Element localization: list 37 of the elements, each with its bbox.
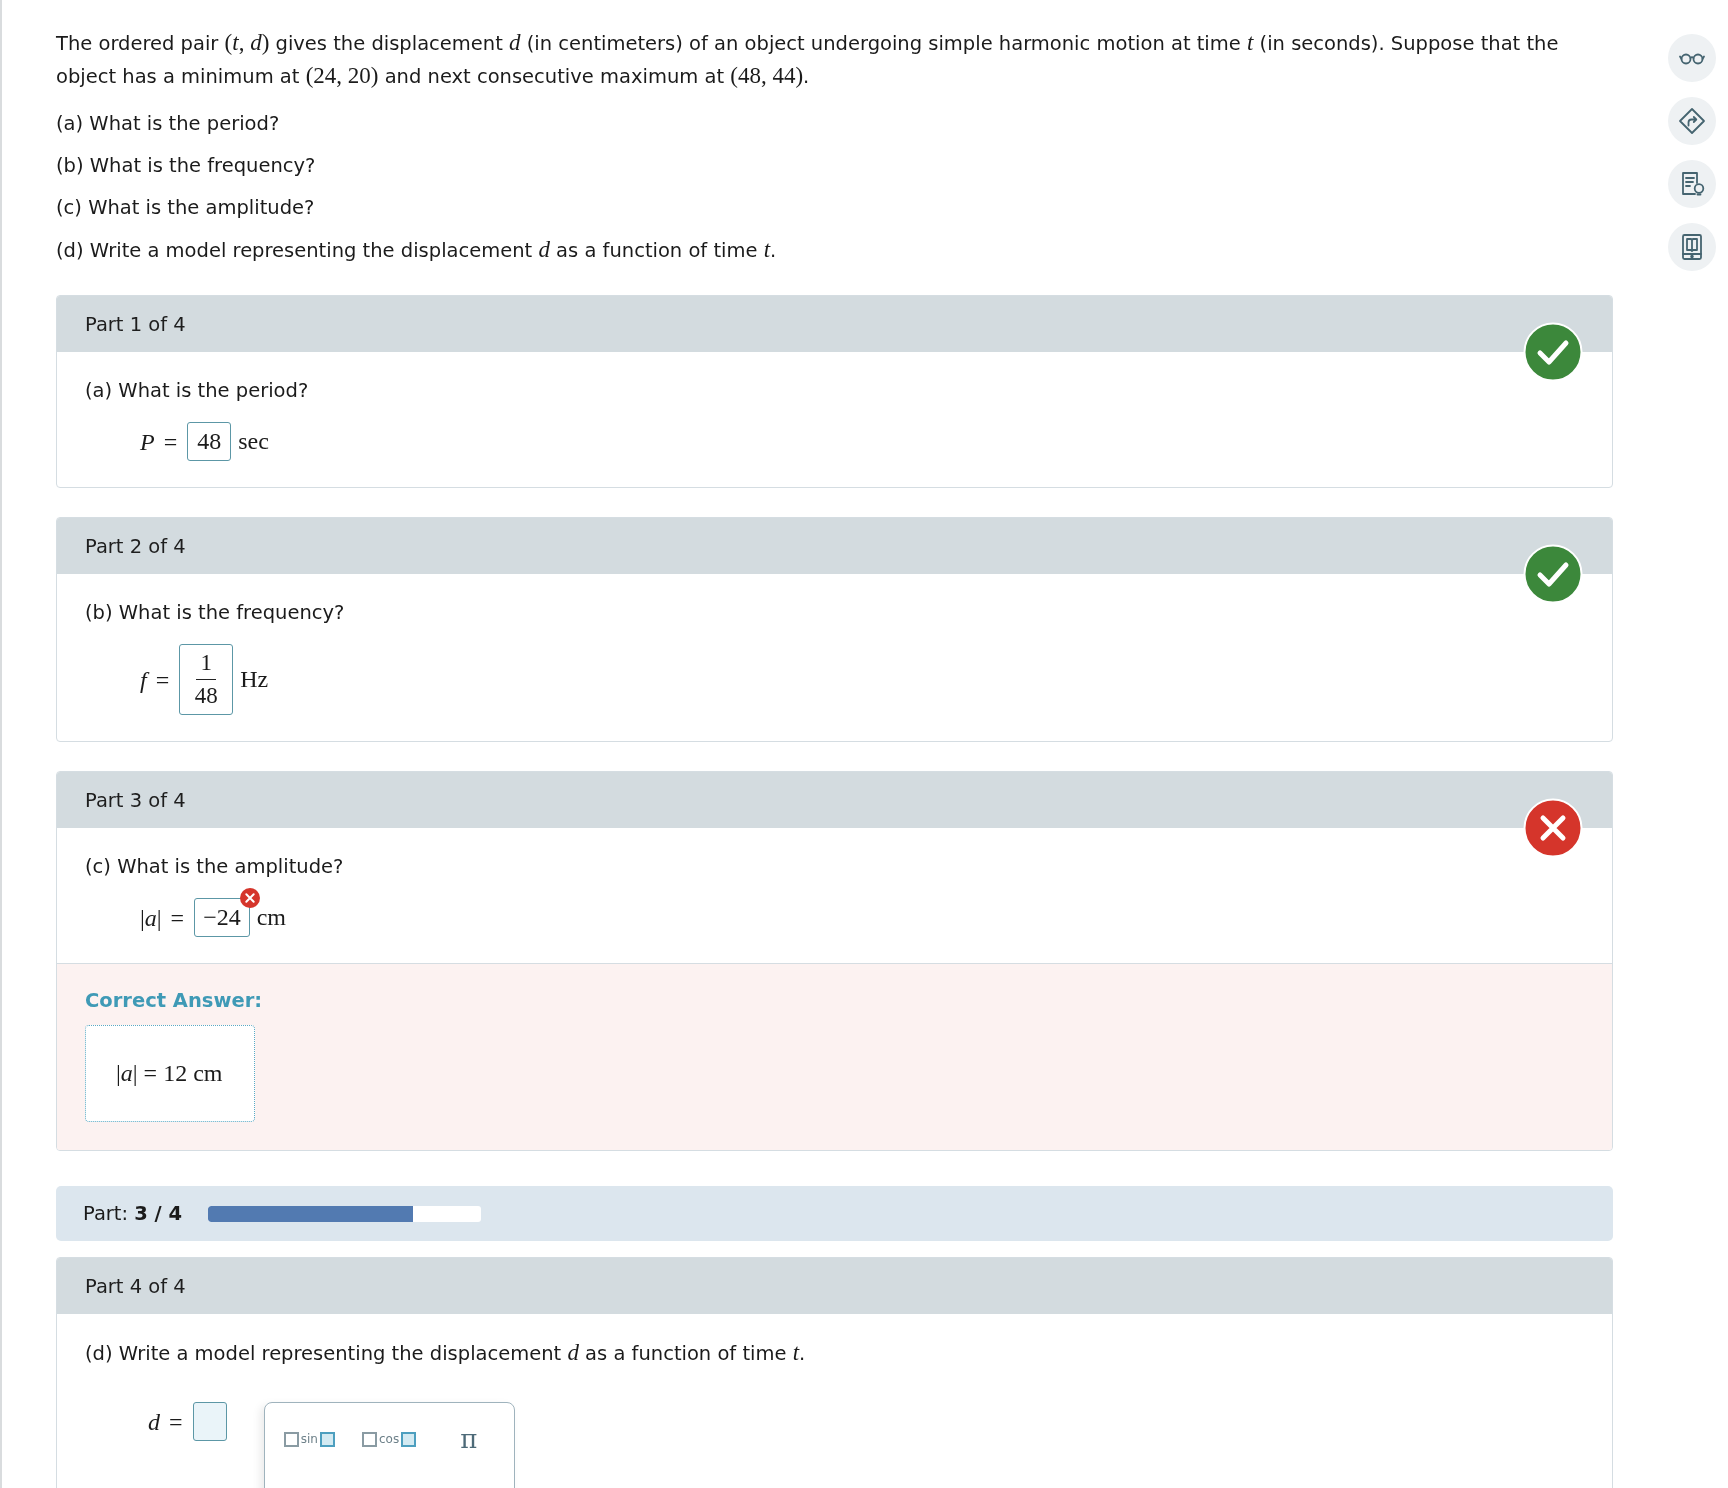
question-text: (d) Write a model representing the displacement d as a function of time t. [56, 236, 778, 264]
question-text: (b) What is the frequency? [56, 153, 317, 179]
part-title: Part 1 of 4 [85, 312, 186, 336]
part-title: Part 2 of 4 [85, 534, 186, 558]
argument-slot-icon [320, 1431, 335, 1447]
part-title: Part 4 of 4 [85, 1274, 186, 1298]
tablet-book-icon[interactable] [1668, 223, 1716, 271]
function-key[interactable]: sin [269, 1421, 350, 1457]
question-text: (c) What is the amplitude? [56, 195, 316, 221]
answer-field[interactable]: −24 [194, 898, 250, 937]
unit-label: Hz [240, 666, 269, 693]
part-title: Part 3 of 4 [85, 788, 186, 812]
equation-label: P = [140, 427, 178, 457]
answer-field[interactable]: 48 [187, 422, 232, 461]
unit-label: sec [238, 428, 269, 455]
equation-label: |a| = [140, 903, 185, 933]
answer-field[interactable] [192, 1402, 227, 1441]
equation-label: d = [148, 1407, 183, 1437]
problem-statement: The ordered pair (t, d) gives the displacement d (in centimeters) of an object undergoing simple harmonic motion at time t (in seconds). Suppose that the object has a minimum at (24, 20) and next consecutive maximum at (48, 44). [56, 29, 1560, 90]
equation-label: f = [140, 665, 170, 695]
constant-key[interactable]: π [428, 1421, 509, 1457]
coefficient-slot-icon [361, 1431, 377, 1447]
question-text: (c) What is the amplitude? [85, 854, 345, 880]
argument-slot-icon [401, 1431, 417, 1447]
fraction-answer-field[interactable]: 1 48 [179, 644, 234, 715]
question-text: (a) What is the period? [56, 111, 281, 137]
function-key[interactable]: cos [349, 1421, 429, 1457]
glasses-icon[interactable] [1668, 34, 1716, 82]
correct-answer-label: Correct Answer: [85, 988, 264, 1014]
question-text: (d) Write a model representing the displacement d as a function of time t. [85, 1339, 807, 1367]
answer-formula: |a| = 12 cm [116, 1060, 223, 1087]
coefficient-slot-icon [283, 1431, 299, 1447]
question-text: (a) What is the period? [85, 378, 310, 404]
question-text: (b) What is the frequency? [85, 600, 346, 626]
progress-label: Part: 3 / 4 [83, 1202, 183, 1225]
unit-label: cm [256, 904, 287, 931]
document-lightbulb-icon[interactable] [1668, 160, 1716, 208]
